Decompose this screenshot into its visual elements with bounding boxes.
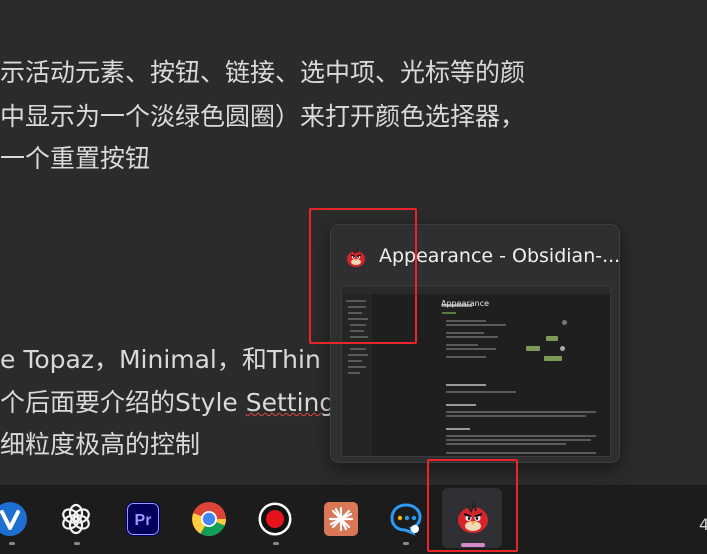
tray-partial-text: 4 <box>699 515 707 534</box>
record-icon[interactable] <box>257 501 293 537</box>
premiere-pro-icon[interactable]: Pr <box>125 501 161 537</box>
vivaldi-icon[interactable] <box>0 501 28 537</box>
chatgpt-icon[interactable] <box>58 501 94 537</box>
doc-text-line-6: 细粒度极高的控制 <box>0 430 201 459</box>
taskbar: Pr 4 <box>0 484 707 554</box>
thumb-heading: Appearance <box>441 299 490 308</box>
premiere-pro-label: Pr <box>135 512 152 529</box>
claude-icon[interactable] <box>323 501 359 537</box>
running-indicator <box>403 542 409 545</box>
annotation-box-preview-icon <box>309 208 417 344</box>
doc-text-line-2: 中显示为一个淡绿色圆圈）来打开颜色选择器， <box>0 102 526 131</box>
doc-text-line-4: e Topaz，Minimal，和Thin <box>0 345 321 374</box>
chrome-icon[interactable] <box>191 501 227 537</box>
doc-text-line-3: 一个重置按钮 <box>0 144 151 173</box>
doc-text-line-5: 个后面要介绍的Style Setting <box>0 388 336 417</box>
running-indicator <box>9 542 15 545</box>
chat-app-icon[interactable] <box>388 501 424 537</box>
annotation-box-taskbar-icon <box>427 459 518 552</box>
doc-text-line-1: 示活动元素、按钮、链接、选中项、光标等的颜 <box>0 58 526 87</box>
running-indicator <box>273 542 279 545</box>
running-indicator <box>74 542 80 545</box>
